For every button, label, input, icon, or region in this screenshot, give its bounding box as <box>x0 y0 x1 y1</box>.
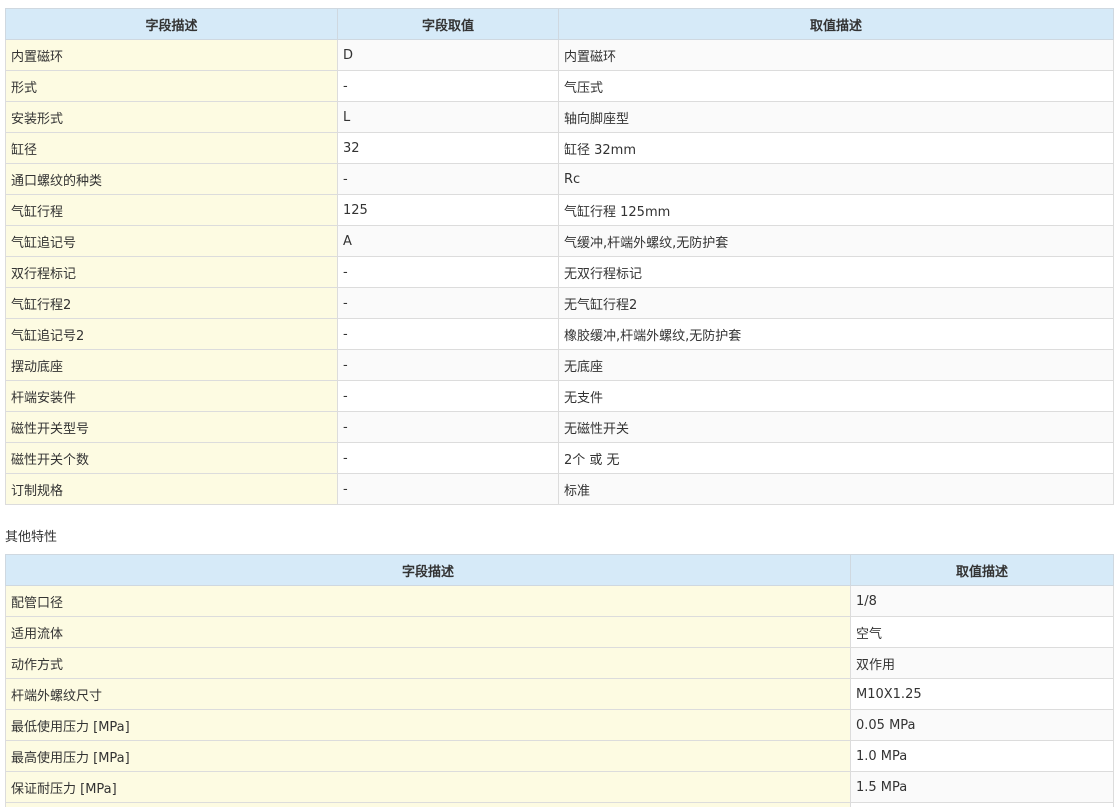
field-description-cell: 磁性开关个数 <box>5 442 338 474</box>
field-value-cell: - <box>337 287 559 319</box>
field-description-cell: 安装形式 <box>5 101 338 133</box>
field-description-cell: 气缸追记号2 <box>5 318 338 350</box>
field-description-cell: 配管口径 <box>5 585 851 617</box>
table-row: 形式 - 气压式 <box>5 70 1114 102</box>
field-description-cell: 保证耐压力 [MPa] <box>5 771 851 803</box>
field-description-cell: 杆端外螺纹尺寸 <box>5 678 851 710</box>
field-description-cell: 气缸追记号 <box>5 225 338 257</box>
field-description-cell: 磁性开关型号 <box>5 411 338 443</box>
field-value-cell: 32 <box>337 132 559 164</box>
table-row: 气缸行程 125 气缸行程 125mm <box>5 194 1114 226</box>
field-description-cell: 适用流体 <box>5 616 851 648</box>
value-description-cell <box>850 802 1114 807</box>
table-row: 杆端外螺纹尺寸 M10X1.25 <box>5 678 1114 710</box>
table-row: 磁性开关型号 - 无磁性开关 <box>5 411 1114 443</box>
value-description-cell: 气压式 <box>558 70 1114 102</box>
field-description-cell: 最高使用压力 [MPa] <box>5 740 851 772</box>
field-value-cell: - <box>337 256 559 288</box>
value-description-cell: 无支件 <box>558 380 1114 412</box>
header-field-description: 字段描述 <box>5 8 338 40</box>
field-description-cell: 双行程标记 <box>5 256 338 288</box>
header-value-description: 取值描述 <box>850 554 1114 586</box>
value-description-cell: 1.0 MPa <box>850 740 1114 772</box>
field-description-cell: 摆动底座 <box>5 349 338 381</box>
table-row: 气缸追记号 A 气缓冲,杆端外螺纹,无防护套 <box>5 225 1114 257</box>
table-row: 通口螺纹的种类 - Rc <box>5 163 1114 195</box>
value-description-cell: 无磁性开关 <box>558 411 1114 443</box>
table-row: 双行程标记 - 无双行程标记 <box>5 256 1114 288</box>
value-description-cell: 轴向脚座型 <box>558 101 1114 133</box>
value-description-cell: 双作用 <box>850 647 1114 679</box>
field-value-cell: - <box>337 442 559 474</box>
table-row: 缸径 32 缸径 32mm <box>5 132 1114 164</box>
section-title-other-features: 其他特性 <box>5 530 58 545</box>
value-description-cell: 内置磁环 <box>558 39 1114 71</box>
table-row: 内置磁环 D 内置磁环 <box>5 39 1114 71</box>
table-row: 杆端安装件 - 无支件 <box>5 380 1114 412</box>
value-description-cell: 1.5 MPa <box>850 771 1114 803</box>
other-table-header-row: 字段描述 取值描述 <box>5 554 1114 586</box>
value-description-cell: 标准 <box>558 473 1114 505</box>
table-row: 最高使用压力 [MPa] 1.0 MPa <box>5 740 1114 772</box>
value-description-cell: 橡胶缓冲,杆端外螺纹,无防护套 <box>558 318 1114 350</box>
field-description-cell <box>5 802 851 807</box>
value-description-cell: 气缸行程 125mm <box>558 194 1114 226</box>
spec-table: 字段描述 字段取值 取值描述 内置磁环 D 内置磁环 形式 - 气压式 安装形式 L 轴向脚座型… <box>5 8 1114 505</box>
header-field-description: 字段描述 <box>5 554 851 586</box>
field-description-cell: 气缸行程 <box>5 194 338 226</box>
field-description-cell: 气缸行程2 <box>5 287 338 319</box>
table-row: 气缸追记号2- 橡胶缓冲,杆端外螺纹,无防护套 <box>5 318 1114 350</box>
table-row: 摆动底座 - 无底座 <box>5 349 1114 381</box>
header-field-value: 字段取值 <box>337 8 559 40</box>
field-description-cell: 通口螺纹的种类 <box>5 163 338 195</box>
table-row: 最低使用压力 [MPa] 0.05 MPa <box>5 709 1114 741</box>
value-description-cell: 无气缸行程2 <box>558 287 1114 319</box>
table-row: 订制规格 - 标准 <box>5 473 1114 505</box>
spec-table-header-row: 字段描述 字段取值 取值描述 <box>5 8 1114 40</box>
field-description-cell: 订制规格 <box>5 473 338 505</box>
value-description-cell: 2个 或 无 <box>558 442 1114 474</box>
value-description-cell: 0.05 MPa <box>850 709 1114 741</box>
table-row: 保证耐压力 [MPa] 1.5 MPa <box>5 771 1114 803</box>
table-row: 适用流体 空气 <box>5 616 1114 648</box>
field-value-cell: - <box>337 318 559 350</box>
field-value-cell: - <box>337 70 559 102</box>
field-description-cell: 内置磁环 <box>5 39 338 71</box>
field-value-cell: - <box>337 411 559 443</box>
field-value-cell: - <box>337 349 559 381</box>
field-value-cell: A <box>337 225 559 257</box>
value-description-cell: Rc <box>558 163 1114 195</box>
table-row <box>5 802 1114 807</box>
value-description-cell: 气缓冲,杆端外螺纹,无防护套 <box>558 225 1114 257</box>
field-value-cell: - <box>337 380 559 412</box>
field-description-cell: 动作方式 <box>5 647 851 679</box>
header-value-description: 取值描述 <box>558 8 1114 40</box>
other-features-table: 字段描述 取值描述 配管口径 1/8 适用流体 空气 动作方式 双作用 杆端外螺纹尺寸 M10… <box>5 554 1114 807</box>
value-description-cell: 1/8 <box>850 585 1114 617</box>
table-row: 磁性开关个数 -2个 或 无 <box>5 442 1114 474</box>
value-description-cell: 空气 <box>850 616 1114 648</box>
field-description-cell: 形式 <box>5 70 338 102</box>
value-description-cell: 缸径 32mm <box>558 132 1114 164</box>
field-value-cell: D <box>337 39 559 71</box>
field-value-cell: L <box>337 101 559 133</box>
field-description-cell: 缸径 <box>5 132 338 164</box>
field-description-cell: 最低使用压力 [MPa] <box>5 709 851 741</box>
field-value-cell: - <box>337 163 559 195</box>
table-row: 气缸行程2- 无气缸行程2 <box>5 287 1114 319</box>
table-row: 动作方式 双作用 <box>5 647 1114 679</box>
table-row: 安装形式 L 轴向脚座型 <box>5 101 1114 133</box>
value-description-cell: 无底座 <box>558 349 1114 381</box>
table-row: 配管口径 1/8 <box>5 585 1114 617</box>
field-value-cell: - <box>337 473 559 505</box>
page: 字段描述 字段取值 取值描述 内置磁环 D 内置磁环 形式 - 气压式 安装形式 L 轴向脚座型… <box>0 0 1117 807</box>
value-description-cell: 无双行程标记 <box>558 256 1114 288</box>
value-description-cell: M10X1.25 <box>850 678 1114 710</box>
field-description-cell: 杆端安装件 <box>5 380 338 412</box>
field-value-cell: 125 <box>337 194 559 226</box>
